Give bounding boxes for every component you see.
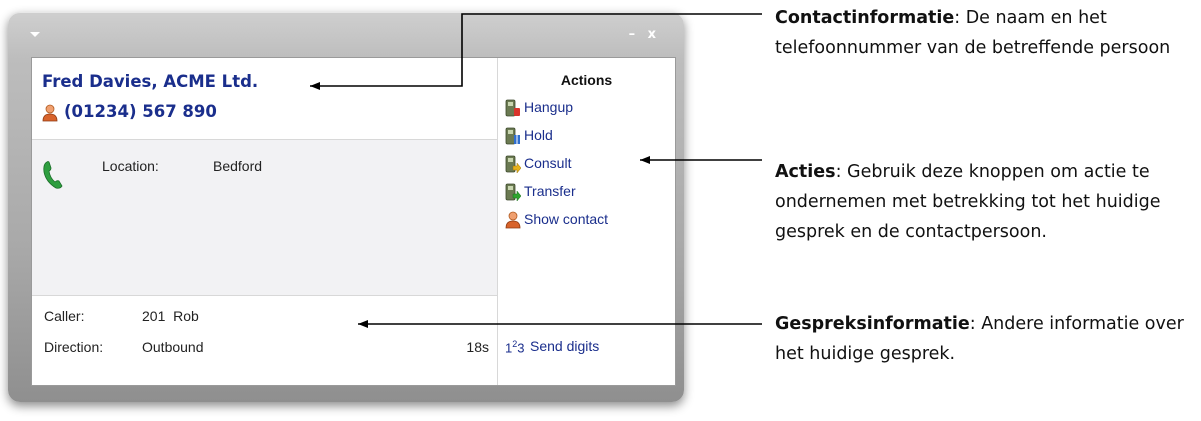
annotation-actions-term: Acties	[775, 162, 836, 182]
annotation-actions: Acties: Gebruik deze knoppen om actie te…	[775, 157, 1197, 247]
annotation-call-info: Gespreksinformatie: Andere informatie ov…	[775, 309, 1197, 369]
annotation-contact-info: Contactinformatie: De naam en het telefo…	[775, 3, 1197, 63]
annotation-call-info-term: Gespreksinformatie	[775, 314, 970, 334]
callout-arrow-contact	[310, 13, 762, 90]
annotation-contact-info-term: Contactinformatie	[775, 8, 955, 28]
